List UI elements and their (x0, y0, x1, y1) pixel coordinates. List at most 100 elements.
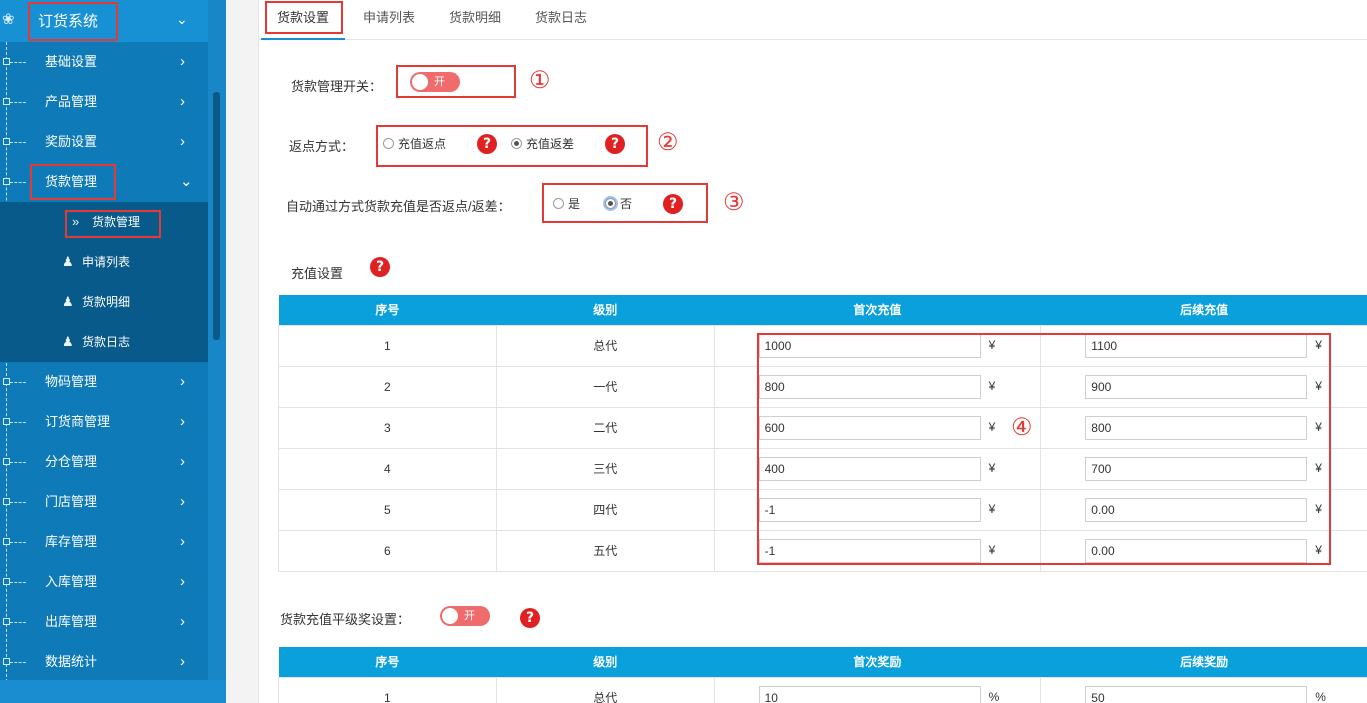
submenu-item-label: 货款日志 (82, 335, 131, 349)
help-icon[interactable]: ? (605, 134, 625, 154)
sidebar-item-inventory[interactable]: 库存管理 › (0, 522, 208, 562)
sidebar-item-label: 货款管理 (45, 174, 98, 189)
sidebar-item-reward[interactable]: 奖励设置 › (0, 122, 208, 162)
chevron-right-icon: › (180, 653, 185, 670)
payment-switch-toggle[interactable]: 开 (410, 72, 460, 92)
submenu-item-logs[interactable]: ♟ 货款日志 (0, 322, 208, 362)
radio-label: 否 (620, 197, 633, 211)
chevron-right-icon: › (180, 373, 185, 390)
sidebar-submenu: » 货款管理 ♟ 申请列表 ♟ 货款明细 ♟ 货款日志 (0, 202, 208, 362)
submenu-item-applications[interactable]: ♟ 申请列表 (0, 242, 208, 282)
tree-node-icon (3, 458, 10, 465)
sidebar-item-statistics[interactable]: 数据统计 › (0, 642, 208, 682)
next-reward-input[interactable] (1085, 685, 1308, 703)
cell-no: 1 (278, 324, 497, 367)
submenu-item-label: 货款明细 (82, 295, 131, 309)
tree-node-icon (3, 98, 10, 105)
help-icon[interactable]: ? (663, 194, 683, 214)
tree-node-icon (3, 578, 10, 585)
tab-label: 申请列表 (362, 10, 415, 25)
radio-circle (605, 198, 616, 209)
radio-recharge-rebate[interactable]: 充值返点 (383, 135, 446, 152)
tree-node-icon (3, 418, 10, 425)
sidebar-item-label: 奖励设置 (45, 134, 98, 149)
radio-no[interactable]: 否 (605, 195, 632, 212)
radio-circle (553, 198, 564, 209)
tab-applications[interactable]: 申请列表 (351, 0, 427, 40)
sidebar-title: 订货系统 (28, 2, 118, 41)
sidebar-item-inbound[interactable]: 入库管理 › (0, 562, 208, 602)
sidebar-item-dealers[interactable]: 订货商管理 › (0, 402, 208, 442)
main-area: 货款设置 申请列表 货款明细 货款日志 货款管理开关： 开 ① 返点方式： 充值… (226, 0, 1367, 703)
tab-bar: 货款设置 申请列表 货款明细 货款日志 (259, 0, 1367, 40)
column-header: 序号 (278, 295, 497, 325)
annotation-marker: ④ (1011, 413, 1033, 441)
tab-payment-settings[interactable]: 货款设置 (261, 0, 345, 40)
sidebar-item-label: 分仓管理 (45, 454, 98, 469)
sidebar-item-label: 数据统计 (45, 654, 98, 669)
submenu-item-label: 货款管理 (92, 215, 141, 229)
first-reward-input[interactable] (758, 685, 981, 703)
sidebar-item-product[interactable]: 产品管理 › (0, 82, 208, 122)
cell-level: 三代 (495, 447, 715, 490)
users-icon: ♟ (62, 254, 74, 269)
cell-no: 3 (278, 406, 497, 449)
radio-label: 充值返点 (398, 137, 447, 151)
tree-node-icon (3, 498, 10, 505)
chevron-right-icon: › (180, 453, 185, 470)
tree-node-icon (3, 178, 10, 185)
column-header: 首次充值 (714, 295, 1041, 325)
help-icon[interactable]: ? (520, 608, 540, 628)
radio-label: 是 (568, 197, 581, 211)
recharge-settings-label: 充值设置 (291, 266, 344, 281)
cell-next: % (1040, 676, 1367, 703)
column-header: 序号 (278, 647, 497, 677)
tab-logs[interactable]: 货款日志 (523, 0, 599, 40)
content-panel: 货款设置 申请列表 货款明细 货款日志 货款管理开关： 开 ① 返点方式： 充值… (258, 0, 1367, 703)
sidebar-item-warehouses[interactable]: 分仓管理 › (0, 442, 208, 482)
toggle-text: 开 (434, 76, 445, 88)
highlight-box (265, 1, 343, 34)
toggle-text: 开 (464, 610, 475, 622)
annotation-marker: ② (657, 128, 679, 156)
cell-level: 四代 (495, 488, 715, 531)
cell-no: 4 (278, 447, 497, 490)
sidebar-item-outbound[interactable]: 出库管理 › (0, 602, 208, 642)
chevron-down-icon[interactable]: ⌄ (176, 11, 188, 28)
table-row: 1 总代 % % (278, 676, 1367, 703)
toggle-knob (412, 74, 428, 90)
radio-circle (511, 138, 522, 149)
tab-details[interactable]: 货款明细 (437, 0, 513, 40)
chevron-right-icon: › (180, 133, 185, 150)
submenu-item-payment-mgmt[interactable]: » 货款管理 (0, 202, 208, 242)
users-icon: ♟ (62, 294, 74, 309)
radio-yes[interactable]: 是 (553, 195, 580, 212)
sidebar-item-basic-settings[interactable]: 基础设置 › (0, 42, 208, 82)
unit-label: % (1315, 689, 1326, 703)
peer-reward-switch-toggle[interactable]: 开 (440, 606, 490, 626)
sidebar-footer (0, 680, 226, 703)
switch-label: 货款管理开关： (291, 79, 383, 94)
chevron-right-icon: › (180, 53, 185, 70)
column-header: 后续充值 (1040, 295, 1367, 325)
tree-node-icon (3, 58, 10, 65)
help-icon[interactable]: ? (477, 134, 497, 154)
tree-node-icon (3, 138, 10, 145)
rebate-label: 返点方式： (289, 139, 355, 154)
chevron-right-icon: › (180, 413, 185, 430)
sidebar-item-codes[interactable]: 物码管理 › (0, 362, 208, 402)
chevron-down-icon: ⌄ (180, 173, 193, 190)
radio-recharge-difference[interactable]: 充值返差 (511, 135, 574, 152)
cell-level: 总代 (495, 324, 715, 367)
submenu-item-details[interactable]: ♟ 货款明细 (0, 282, 208, 322)
sidebar-item-payment[interactable]: 货款管理 ⌄ (0, 162, 208, 202)
sidebar-item-stores[interactable]: 门店管理 › (0, 482, 208, 522)
chevron-right-icon: › (180, 533, 185, 550)
sidebar-scroll-thumb[interactable] (213, 92, 220, 340)
column-header: 后续奖励 (1040, 647, 1367, 677)
double-chevron-icon: » (72, 214, 80, 229)
column-header: 级别 (496, 647, 715, 677)
toggle-knob (442, 608, 458, 624)
help-icon[interactable]: ? (370, 257, 390, 277)
sidebar-header[interactable]: ❀ 订货系统 ⌄ (0, 0, 208, 42)
